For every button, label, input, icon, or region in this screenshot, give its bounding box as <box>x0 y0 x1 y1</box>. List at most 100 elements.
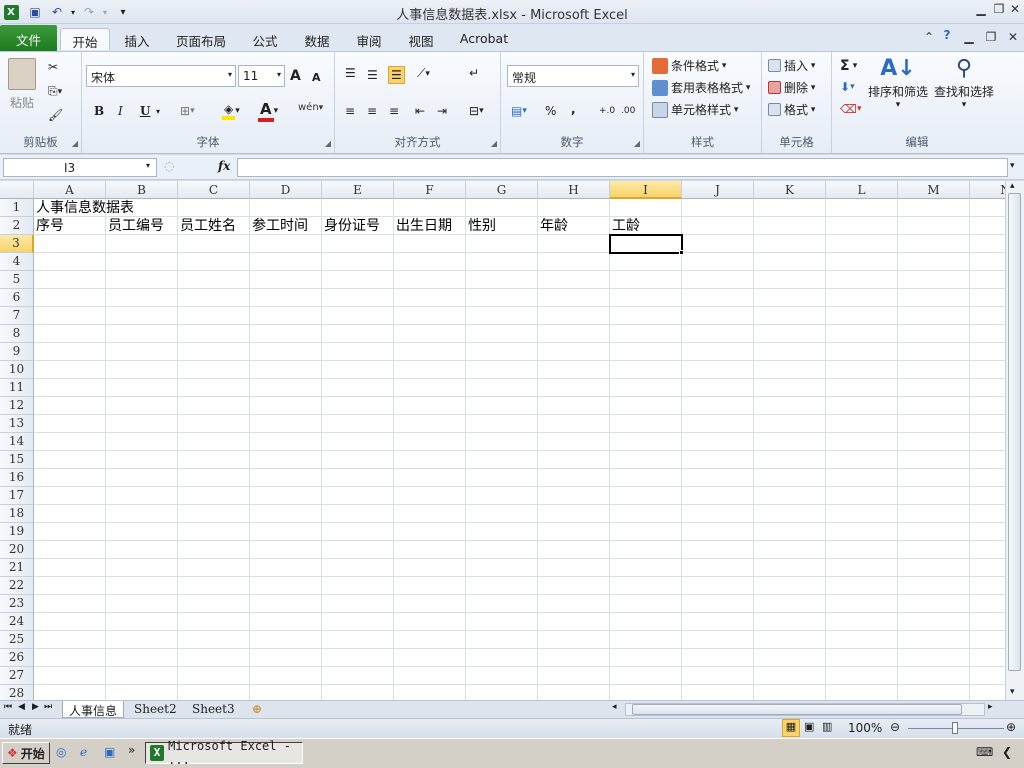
column-header-a[interactable]: A <box>34 181 106 199</box>
align-middle-icon[interactable]: ☰ <box>367 68 378 82</box>
format-painter-icon[interactable]: 🖌 <box>48 108 63 122</box>
row-header-28[interactable]: 28 <box>0 685 34 701</box>
fill-handle[interactable] <box>679 250 684 255</box>
merge-center-icon[interactable]: ⊟ ▾ <box>469 104 484 118</box>
insert-sheet-icon[interactable]: ⊕ <box>246 701 268 718</box>
select-all-corner[interactable] <box>0 181 34 199</box>
column-header-d[interactable]: D <box>250 181 322 199</box>
row-header-17[interactable]: 17 <box>0 487 34 505</box>
row-header-23[interactable]: 23 <box>0 595 34 613</box>
borders-icon[interactable]: ⊞ ▾ <box>180 104 195 118</box>
column-header-n[interactable]: N <box>970 181 1005 199</box>
tab-acrobat[interactable]: Acrobat <box>455 28 513 50</box>
cell-e2[interactable]: 身份证号 <box>322 217 380 235</box>
decrease-indent-icon[interactable]: ⇤ <box>415 104 425 118</box>
normal-view-icon[interactable]: ▦ <box>782 719 800 737</box>
delete-cells-button[interactable]: 删除 ▾ <box>768 79 815 96</box>
cell-h2[interactable]: 年龄 <box>538 217 568 235</box>
taskbar-excel-button[interactable]: X Microsoft Excel - ... <box>145 739 303 767</box>
column-header-j[interactable]: J <box>682 181 754 199</box>
column-header-k[interactable]: K <box>754 181 826 199</box>
column-header-c[interactable]: C <box>178 181 250 199</box>
fill-color-icon[interactable]: ◈ ▾ <box>222 102 240 120</box>
phonetic-icon[interactable]: wén ▾ <box>298 102 323 113</box>
column-header-g[interactable]: G <box>466 181 538 199</box>
row-header-25[interactable]: 25 <box>0 631 34 649</box>
format-cells-button[interactable]: 格式 ▾ <box>768 101 815 118</box>
scroll-right-icon[interactable]: ▸ <box>988 702 993 712</box>
vertical-scrollbar[interactable]: ▴ ▾ <box>1005 181 1024 701</box>
row-header-15[interactable]: 15 <box>0 451 34 469</box>
align-right-icon[interactable]: ≡ <box>389 104 399 118</box>
fill-icon[interactable]: ⬇ ▾ <box>840 80 855 94</box>
last-sheet-icon[interactable]: ⏭ <box>44 702 52 712</box>
percent-button[interactable]: % <box>545 104 556 118</box>
scroll-left-icon[interactable]: ◂ <box>612 702 617 712</box>
next-sheet-icon[interactable]: ▶ <box>32 702 39 712</box>
page-layout-view-icon[interactable]: ▣ <box>804 720 814 733</box>
quicklaunch-more-icon[interactable]: » <box>128 743 135 757</box>
tab-home[interactable]: 开始 <box>60 28 110 50</box>
tab-review[interactable]: 审阅 <box>347 28 391 50</box>
sheet-tab-sheet3[interactable]: Sheet3 <box>186 701 241 718</box>
row-header-1[interactable]: 1 <box>0 199 34 217</box>
row-header-10[interactable]: 10 <box>0 361 34 379</box>
cell-styles-button[interactable]: 单元格样式 ▾ <box>652 101 738 118</box>
column-header-m[interactable]: M <box>898 181 970 199</box>
align-left-icon[interactable]: ≡ <box>345 104 355 118</box>
conditional-formatting-button[interactable]: 条件格式 ▾ <box>652 57 726 74</box>
comma-button[interactable]: , <box>571 102 576 116</box>
cell-g2[interactable]: 性别 <box>466 217 496 235</box>
column-header-f[interactable]: F <box>394 181 466 199</box>
underline-dropdown-icon[interactable]: ▾ <box>156 107 160 116</box>
number-format-combo[interactable]: 常规 ▾ <box>507 65 639 87</box>
quicklaunch-icon-1[interactable]: ◎ <box>56 745 66 759</box>
horizontal-scroll-thumb[interactable] <box>632 704 962 715</box>
cell-a2[interactable]: 序号 <box>34 217 64 235</box>
start-button[interactable]: ❖ 开始 <box>2 742 50 764</box>
shrink-font-button[interactable]: A <box>312 71 321 84</box>
row-header-7[interactable]: 7 <box>0 307 34 325</box>
row-header-18[interactable]: 18 <box>0 505 34 523</box>
page-break-view-icon[interactable]: ▥ <box>822 720 832 733</box>
wrap-text-icon[interactable]: ↵ <box>469 66 479 80</box>
row-header-9[interactable]: 9 <box>0 343 34 361</box>
bold-button[interactable]: B <box>94 104 104 118</box>
help-icon[interactable]: ? <box>936 28 958 46</box>
row-header-19[interactable]: 19 <box>0 523 34 541</box>
align-bottom-icon[interactable]: ☰ <box>388 66 405 84</box>
accounting-format-icon[interactable]: ▤ ▾ <box>511 104 527 118</box>
column-header-l[interactable]: L <box>826 181 898 199</box>
row-header-11[interactable]: 11 <box>0 379 34 397</box>
row-header-26[interactable]: 26 <box>0 649 34 667</box>
row-header-14[interactable]: 14 <box>0 433 34 451</box>
tab-view[interactable]: 视图 <box>399 28 443 50</box>
sheet-tab-renshi[interactable]: 人事信息 <box>62 701 125 718</box>
tab-page-layout[interactable]: 页面布局 <box>170 28 232 50</box>
expand-formula-bar-icon[interactable]: ▾ <box>1010 161 1015 171</box>
align-center-icon[interactable]: ≡ <box>367 104 377 118</box>
font-launcher-icon[interactable]: ◢ <box>325 139 331 148</box>
clear-icon[interactable]: ⌫ ▾ <box>840 102 862 116</box>
column-header-i[interactable]: I <box>610 181 682 199</box>
row-header-2[interactable]: 2 <box>0 217 34 235</box>
increase-indent-icon[interactable]: ⇥ <box>437 104 447 118</box>
tab-file[interactable]: 文件 <box>0 25 57 51</box>
column-header-e[interactable]: E <box>322 181 394 199</box>
copy-icon[interactable]: ⎘ ▾ <box>48 84 62 99</box>
cell-i2[interactable]: 工龄 <box>610 217 640 235</box>
scroll-up-icon[interactable]: ▴ <box>1010 181 1015 191</box>
row-header-22[interactable]: 22 <box>0 577 34 595</box>
cell-f2[interactable]: 出生日期 <box>394 217 452 235</box>
workbook-close-button[interactable]: ✕ <box>1002 30 1024 48</box>
worksheet-grid[interactable]: ABCDEFGHIJKLMN12345678910111213141516171… <box>0 181 1005 701</box>
zoom-out-icon[interactable]: ⊖ <box>890 720 900 734</box>
vertical-scroll-thumb[interactable] <box>1008 193 1021 671</box>
workbook-restore-button[interactable]: ❐ <box>980 30 1002 48</box>
prev-sheet-icon[interactable]: ◀ <box>18 702 25 712</box>
row-header-8[interactable]: 8 <box>0 325 34 343</box>
row-header-3[interactable]: 3 <box>0 235 34 253</box>
row-header-4[interactable]: 4 <box>0 253 34 271</box>
align-top-icon[interactable]: ☰ <box>345 66 356 80</box>
alignment-launcher-icon[interactable]: ◢ <box>491 139 497 148</box>
